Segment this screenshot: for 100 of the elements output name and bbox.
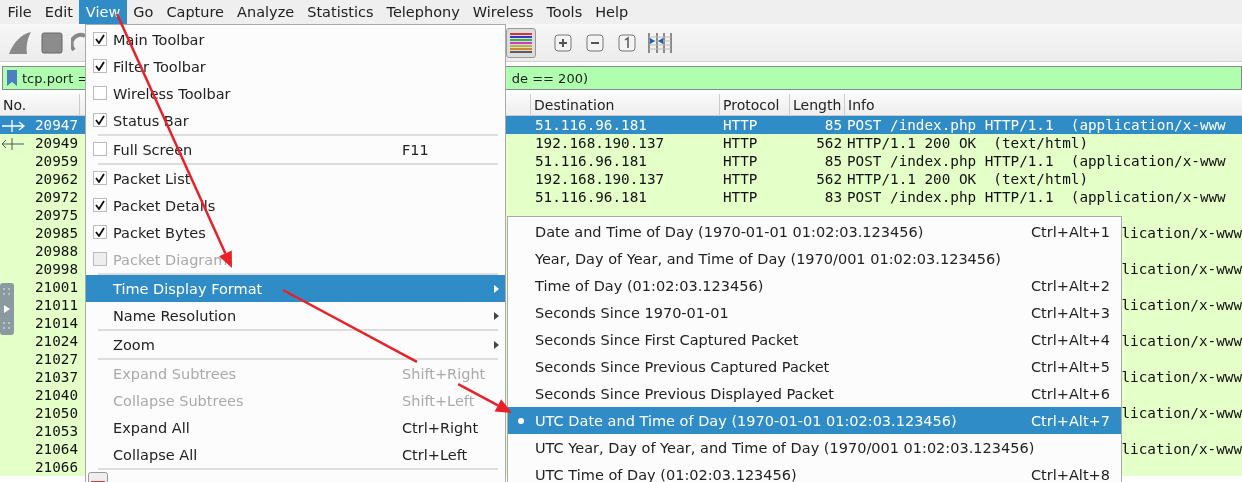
- length-cell-text: 562: [815, 135, 843, 151]
- normal-size-icon[interactable]: [618, 33, 636, 52]
- menu-item[interactable]: Name Resolution: [86, 302, 505, 329]
- menu-bar-item[interactable]: Wireless: [466, 0, 540, 24]
- shortcut-label: Ctrl+Alt+7: [1031, 412, 1110, 429]
- submenu-arrow-icon: [494, 312, 499, 320]
- grip-handle-icon[interactable]: [0, 283, 15, 335]
- menu-bar-item[interactable]: View: [79, 0, 127, 24]
- menu-bar-item[interactable]: Statistics: [300, 0, 380, 24]
- menu-item[interactable]: Zoom: [86, 331, 505, 358]
- checkbox[interactable]: [93, 86, 107, 100]
- info-cell: lication/x-www: [1121, 297, 1242, 313]
- menu-bar-item[interactable]: Go: [126, 0, 160, 24]
- destination-cell-text: 51.116.96.181: [534, 189, 648, 205]
- menu-bar-item[interactable]: Analyze: [230, 0, 301, 24]
- packet-number: 20988: [34, 243, 78, 259]
- menu-bar-item[interactable]: Edit: [38, 0, 80, 24]
- packet-number: 20985: [34, 225, 78, 241]
- info-cell: lication/x-www: [1121, 333, 1242, 349]
- shortcut-label: Shift+Left: [402, 392, 475, 409]
- menu-item[interactable]: Seconds Since 1970-01-01 Ctrl+Alt+3: [508, 299, 1121, 326]
- menu-bar-item[interactable]: File: [1, 0, 39, 24]
- destination-cell-text: 192.168.190.137: [534, 135, 666, 151]
- column-header[interactable]: Length: [790, 94, 845, 115]
- length-cell-text: 85: [823, 117, 843, 133]
- menu-item[interactable]: Year, Day of Year, and Time of Day (1970/001 01:02:03.123456): [508, 245, 1121, 272]
- checkbox[interactable]: [93, 59, 107, 73]
- length-cell-text: 562: [815, 171, 843, 187]
- zoom-out-icon[interactable]: [586, 33, 604, 52]
- info-cell: lication/x-www: [1121, 441, 1242, 457]
- info-cell-text: POST /index.php HTTP/1.1 (application/x-www: [846, 117, 1227, 133]
- packet-number: 20972: [34, 189, 78, 205]
- shortcut-label: Ctrl+Alt+1: [1031, 223, 1110, 240]
- column-header[interactable]: Info: [845, 94, 1242, 115]
- checkbox[interactable]: [93, 142, 107, 156]
- protocol-cell-text: HTTP: [722, 117, 759, 133]
- shortcut-label: Ctrl+Left: [402, 446, 468, 463]
- checkbox[interactable]: [93, 198, 107, 212]
- checkbox[interactable]: [93, 113, 107, 127]
- info-cell-text: POST /index.php HTTP/1.1 (application/x-www: [846, 153, 1227, 169]
- packet-number: 20998: [34, 261, 78, 277]
- menu-item[interactable]: Collapse All Ctrl+Left: [86, 441, 505, 468]
- packet-number: 21014: [34, 315, 78, 331]
- protocol-cell-text: HTTP: [722, 135, 759, 151]
- menu-item[interactable]: UTC Time of Day (01:02:03.123456) Ctrl+Alt+8: [508, 461, 1121, 482]
- packet-number: 21024: [34, 333, 78, 349]
- length-cell-text: 85: [823, 153, 843, 169]
- column-header[interactable]: Destination: [531, 94, 720, 115]
- menu-bar-item[interactable]: Capture: [159, 0, 231, 24]
- info-cell-text: POST /index.php HTTP/1.1 (application/x-www: [846, 189, 1227, 205]
- menu-bar-item[interactable]: Help: [588, 0, 635, 24]
- menu-bar-item[interactable]: Tools: [539, 0, 589, 24]
- length-cell-text: 83: [823, 189, 843, 205]
- column-header[interactable]: No.: [0, 94, 80, 115]
- resize-columns-icon[interactable]: [648, 31, 672, 54]
- bookmark-icon[interactable]: [6, 69, 18, 87]
- packet-number: 21011: [34, 297, 78, 313]
- protocol-cell-text: HTTP: [722, 153, 759, 169]
- shortcut-label: Ctrl+Alt+4: [1031, 331, 1110, 348]
- packet-number: 21040: [34, 387, 78, 403]
- menu-item[interactable]: UTC Year, Day of Year, and Time of Day (1970/001 01:02:03.123456): [508, 434, 1121, 461]
- menu-item[interactable]: Packet Bytes: [86, 219, 505, 246]
- destination-cell-text: 51.116.96.181: [534, 117, 648, 133]
- column-header[interactable]: Protocol: [720, 94, 790, 115]
- zoom-in-icon[interactable]: [554, 33, 572, 52]
- packet-number: 20959: [34, 153, 78, 169]
- info-cell: lication/x-www: [1121, 405, 1242, 421]
- shortcut-label: Shift+Right: [402, 365, 486, 382]
- packet-number: 20962: [34, 171, 78, 187]
- menu-item[interactable]: UTC Date and Time of Day (1970-01-01 01:02:03.123456) Ctrl+Alt+7: [508, 407, 1121, 434]
- response-mark-icon: [0, 138, 26, 150]
- shark-fin-icon[interactable]: [7, 30, 33, 55]
- colorize-button[interactable]: [506, 27, 536, 58]
- packet-number: 21064: [34, 441, 78, 457]
- request-arrow-icon: [0, 120, 26, 132]
- packet-number: 21001: [34, 279, 78, 295]
- restart-icon[interactable]: [71, 31, 87, 54]
- shortcut-label: Ctrl+Alt+3: [1031, 304, 1110, 321]
- menu-item[interactable]: Expand All Ctrl+Right: [86, 414, 505, 441]
- packet-number: 20975: [34, 207, 78, 223]
- destination-cell-text: 192.168.190.137: [534, 171, 666, 187]
- menu-item[interactable]: Time of Day (01:02:03.123456) Ctrl+Alt+2: [508, 272, 1121, 299]
- menu-bar-item[interactable]: Telephony: [380, 0, 467, 24]
- packet-number: 21050: [34, 405, 78, 421]
- info-cell: lication/x-www: [1121, 369, 1242, 385]
- protocol-cell-text: HTTP: [722, 189, 759, 205]
- checkbox[interactable]: [93, 32, 107, 46]
- checkbox[interactable]: [93, 171, 107, 185]
- menu-item[interactable]: Date and Time of Day (1970-01-01 01:02:03.123456) Ctrl+Alt+1: [508, 218, 1121, 245]
- info-cell: lication/x-www: [1121, 225, 1242, 241]
- checkbox[interactable]: [93, 225, 107, 239]
- submenu-arrow-icon: [494, 341, 499, 349]
- menu-item[interactable]: Seconds Since Previous Displayed Packet Ctrl+Alt+6: [508, 380, 1121, 407]
- packet-number: 20949: [34, 135, 78, 151]
- menu-item[interactable]: Seconds Since First Captured Packet Ctrl+Alt+4: [508, 326, 1121, 353]
- menu-item[interactable]: Seconds Since Previous Captured Packet Ctrl+Alt+5: [508, 353, 1121, 380]
- stop-icon[interactable]: [41, 31, 63, 54]
- menu-item[interactable]: Time Display Format: [86, 275, 505, 302]
- destination-cell-text: 51.116.96.181: [534, 153, 648, 169]
- shortcut-label: Ctrl+Right: [402, 419, 479, 436]
